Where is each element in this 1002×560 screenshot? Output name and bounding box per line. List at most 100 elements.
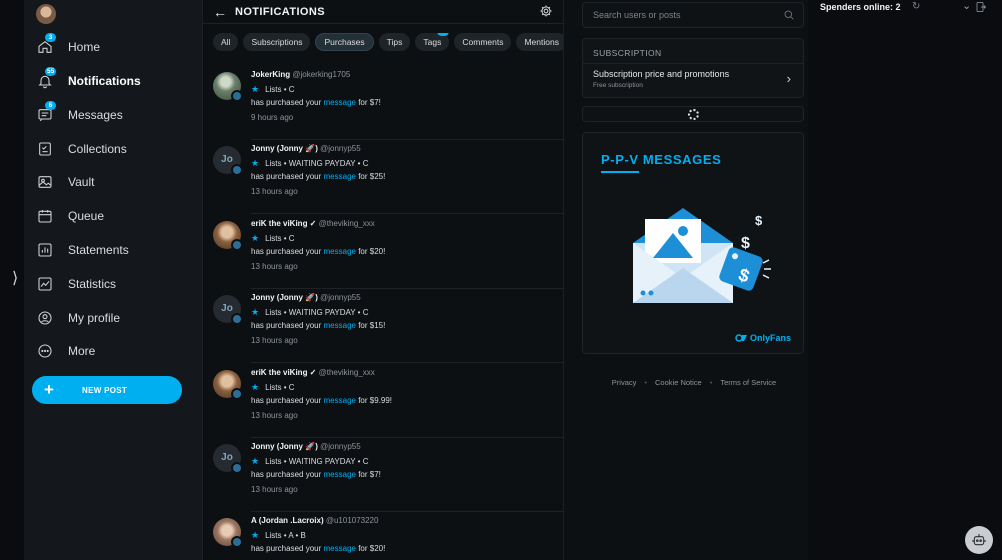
home-icon: 3	[36, 33, 56, 56]
message-link[interactable]: message	[324, 396, 356, 405]
user-lists[interactable]: ★ Lists • C	[251, 84, 295, 95]
message-link[interactable]: message	[324, 321, 356, 330]
avatar[interactable]: Jo	[213, 295, 243, 326]
footer-links: Privacy • Cookie Notice • Terms of Servi…	[564, 378, 824, 387]
message-link[interactable]: message	[324, 544, 356, 553]
sidebar-item-label: Home	[68, 40, 101, 54]
user-lists[interactable]: ★ Lists • WAITING PAYDAY • C	[251, 158, 368, 169]
plus-icon: +	[44, 380, 54, 399]
user-name[interactable]: eriK the viKing ✓ @theviking_xxx	[251, 368, 375, 377]
timestamp: 13 hours ago	[251, 336, 298, 346]
message-link[interactable]: message	[324, 247, 356, 256]
spenders-online-label: Spenders online: 2	[820, 2, 901, 12]
message-link[interactable]: message	[324, 172, 356, 181]
statements-icon	[36, 241, 54, 259]
star-icon: ★	[251, 307, 260, 318]
tab-purchases[interactable]: Purchases	[315, 33, 374, 51]
sidebar-item-statements[interactable]: Statements	[36, 237, 196, 263]
tab-mentions[interactable]: Mentions	[516, 33, 563, 51]
chevron-down-icon[interactable]: ⌄	[962, 0, 971, 12]
sidebar-item-label: Vault	[68, 175, 95, 189]
back-arrow-icon[interactable]: ←	[213, 4, 227, 20]
subscription-price-link[interactable]: Subscription price and promotions	[593, 69, 729, 79]
chevron-right-icon[interactable]: ›	[787, 71, 791, 86]
user-lists[interactable]: ★ Lists • A • B	[251, 530, 306, 541]
notification-badge: 55	[45, 67, 57, 76]
notification-item[interactable]: Jo Jonny (Jonny 🚀) @jonnyp55 ★ Lists • WAIT…	[203, 140, 565, 215]
user-name[interactable]: eriK the viKing ✓ @theviking_xxx	[251, 219, 375, 228]
user-name[interactable]: A (Jordan .Lacroix) @u101073220	[251, 516, 378, 525]
purchase-prefix: has purchased your	[251, 470, 324, 479]
notification-item[interactable]: eriK the viKing ✓ @theviking_xxx ★ Lists •…	[203, 215, 565, 289]
user-handle: @u101073220	[325, 516, 379, 526]
user-lists[interactable]: ★ Lists • C	[251, 382, 295, 393]
sidebar-item-more[interactable]: More	[36, 338, 196, 364]
purchase-badge-icon	[231, 164, 243, 177]
tab-label: Subscriptions	[251, 37, 303, 47]
new-post-button[interactable]: + NEW POST	[32, 376, 182, 404]
terms-link[interactable]: Terms of Service	[720, 378, 776, 387]
search-icon[interactable]	[783, 9, 795, 21]
avatar[interactable]	[213, 369, 243, 400]
lists-label: Lists • C	[265, 233, 295, 243]
sidebar-item-label: Statistics	[68, 277, 117, 291]
avatar[interactable]	[213, 518, 243, 549]
notification-item[interactable]: Jo Jonny (Jonny 🚀) @jonnyp55 ★ Lists • WAIT…	[203, 438, 565, 512]
calendar-icon	[36, 207, 54, 225]
refresh-icon[interactable]: ↻	[912, 1, 920, 12]
notification-item[interactable]: eriK the viKing ✓ @theviking_xxx ★ Lists •…	[203, 364, 565, 438]
cookie-notice-link[interactable]: Cookie Notice	[655, 378, 702, 387]
avatar[interactable]	[213, 220, 243, 251]
sidebar-item-statistics[interactable]: Statistics	[36, 271, 196, 297]
user-lists[interactable]: ★ Lists • C	[251, 233, 295, 244]
search-input[interactable]	[593, 3, 773, 27]
user-name[interactable]: JokerKing @jokerking1705	[251, 70, 350, 79]
gear-icon[interactable]	[539, 4, 553, 18]
purchase-badge-icon	[231, 536, 243, 549]
purchase-amount: for $20!	[355, 544, 386, 554]
user-name[interactable]: Jonny (Jonny 🚀) @jonnyp55	[251, 144, 361, 153]
purchase-badge-icon	[231, 462, 243, 474]
tab-all[interactable]: All	[213, 33, 239, 51]
avatar[interactable]	[213, 72, 243, 102]
sidebar-item-notifications[interactable]: 55 Notifications	[36, 67, 196, 94]
notifications-header: ← NOTIFICATIONS	[203, 0, 563, 24]
purchase-amount: for $7!	[355, 470, 381, 479]
avatar[interactable]: Jo	[213, 146, 243, 177]
avatar[interactable]: Jo	[213, 444, 243, 474]
sidebar-item-label: Statements	[68, 243, 129, 257]
tab-subscriptions[interactable]: Subscriptions	[243, 33, 311, 51]
timestamp: 13 hours ago	[251, 410, 298, 420]
privacy-link[interactable]: Privacy	[612, 378, 637, 387]
user-name[interactable]: Jonny (Jonny 🚀) @jonnyp55	[251, 293, 361, 302]
tab-comments[interactable]: Comments	[454, 33, 512, 51]
purchase-amount: for $25!	[355, 172, 386, 182]
tab-tips[interactable]: Tips	[378, 33, 411, 51]
sidebar-item-my-profile[interactable]: My profile	[36, 305, 196, 331]
notification-item[interactable]: Jo Jonny (Jonny 🚀) @jonnyp55 ★ Lists • WAIT…	[203, 289, 565, 364]
ppv-messages-banner[interactable]: P-P-V MESSAGES $ $ $ OnlyFans	[582, 132, 804, 354]
avatar[interactable]	[36, 4, 56, 24]
statistics-icon	[36, 275, 54, 293]
sidebar-item-label: Notifications	[68, 74, 141, 88]
user-lists[interactable]: ★ Lists • WAITING PAYDAY • C	[251, 456, 368, 467]
sidebar-item-vault[interactable]: Vault	[36, 169, 196, 195]
sidebar-item-queue[interactable]: Queue	[36, 203, 196, 229]
purchase-text: has purchased your message for $20!	[251, 247, 385, 256]
message-link[interactable]: message	[324, 470, 356, 479]
purchase-prefix: has purchased your	[251, 321, 324, 331]
sidebar-item-collections[interactable]: Collections	[36, 136, 196, 162]
exit-icon[interactable]	[975, 1, 987, 13]
sidebar-item-home[interactable]: 3 Home	[36, 33, 196, 60]
sidebar-item-messages[interactable]: 6 Messages	[36, 101, 196, 128]
notification-item[interactable]: A (Jordan .Lacroix) @u101073220 ★ Lists • …	[203, 512, 565, 560]
notification-item[interactable]: JokerKing @jokerking1705 ★ Lists • C has pu…	[203, 66, 565, 140]
message-link[interactable]: message	[324, 98, 356, 107]
purchase-badge-icon	[231, 90, 243, 102]
assistant-bot-button[interactable]	[965, 526, 993, 554]
tab-label: Tags	[423, 37, 442, 47]
user-lists[interactable]: ★ Lists • WAITING PAYDAY • C	[251, 307, 368, 318]
collapse-chevron-icon[interactable]: ⟩	[12, 268, 18, 288]
tab-tags[interactable]: Tags55	[415, 33, 450, 51]
user-name[interactable]: Jonny (Jonny 🚀) @jonnyp55	[251, 442, 361, 451]
